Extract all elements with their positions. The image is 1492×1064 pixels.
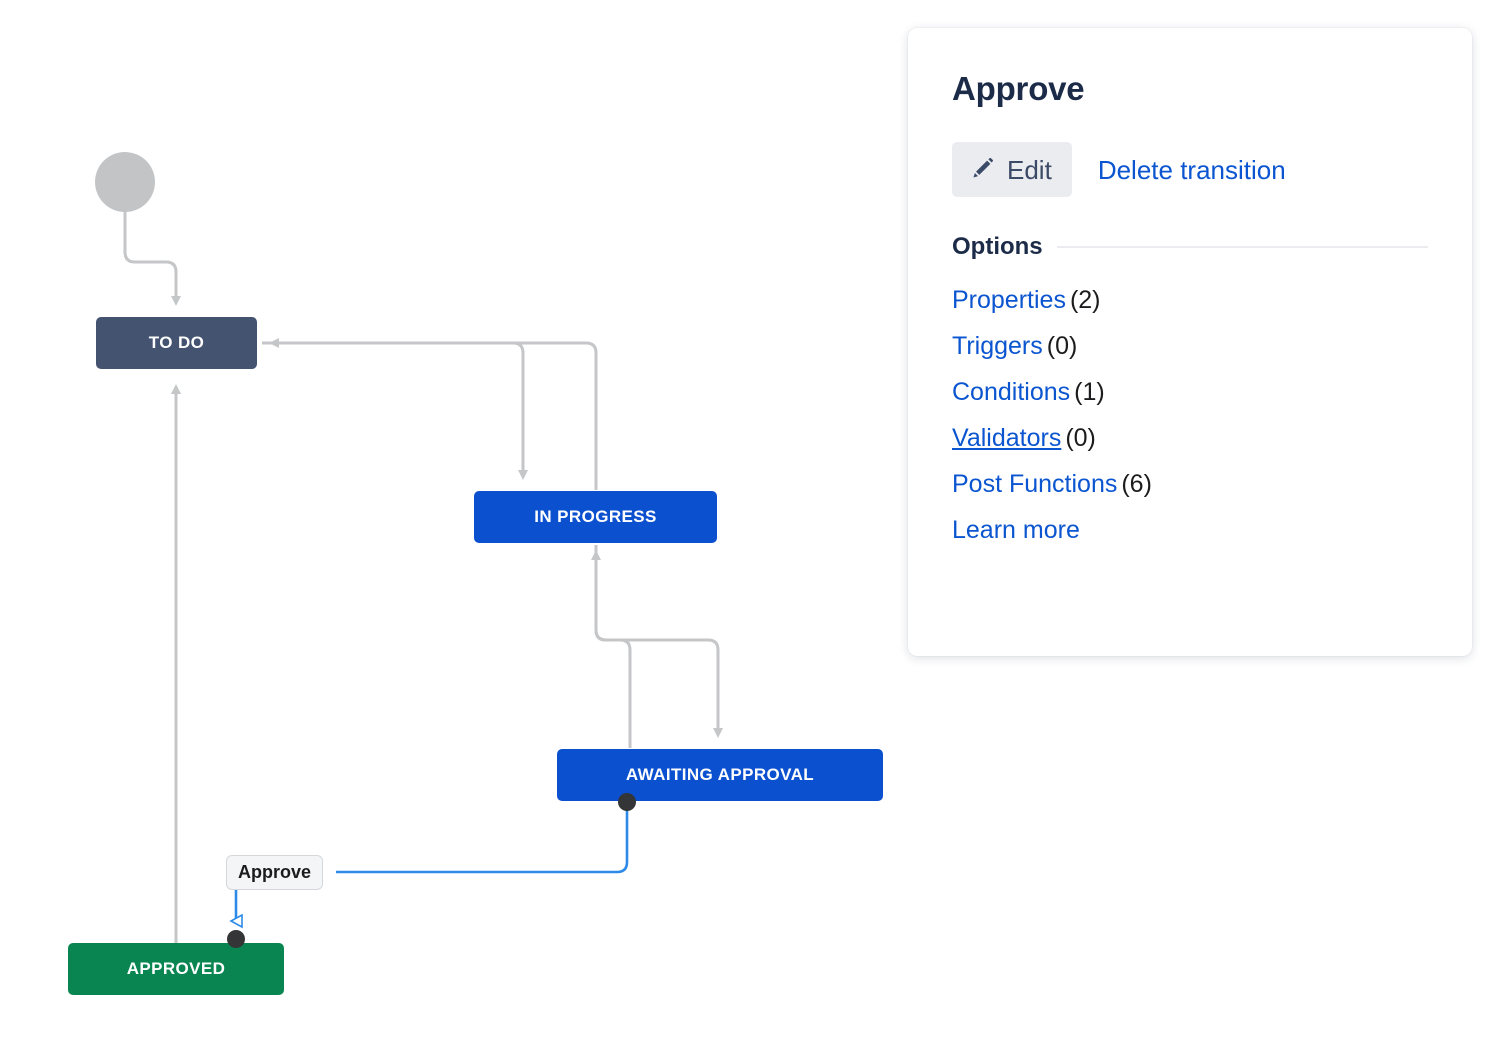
option-count-post-functions: (6)	[1121, 470, 1152, 498]
option-item-conditions: Conditions (1)	[952, 377, 1428, 407]
status-node-to-do[interactable]: TO DO	[96, 317, 257, 369]
status-node-awaiting-approval[interactable]: AWAITING APPROVAL	[557, 749, 883, 801]
option-link-validators[interactable]: Validators	[952, 424, 1061, 452]
edge-approve-selected-right	[336, 806, 629, 874]
option-item-post-functions: Post Functions (6)	[952, 469, 1428, 499]
option-count-conditions: (1)	[1074, 378, 1105, 406]
option-item-learn-more: Learn more	[952, 515, 1428, 545]
edge-awaiting-to-inprogress	[591, 550, 632, 748]
edge-inprogress-to-todo	[269, 338, 598, 490]
transition-source-handle[interactable]	[618, 793, 636, 811]
option-link-properties[interactable]: Properties	[952, 286, 1066, 314]
options-section-header: Options	[952, 233, 1428, 261]
option-item-triggers: Triggers (0)	[952, 331, 1428, 361]
transition-target-handle[interactable]	[227, 930, 245, 948]
status-node-label: AWAITING APPROVAL	[625, 765, 815, 784]
edge-todo-to-inprogress	[262, 341, 528, 480]
option-count-triggers: (0)	[1046, 332, 1078, 360]
options-divider	[1056, 246, 1428, 248]
option-link-conditions[interactable]: Conditions	[952, 378, 1070, 406]
transition-label-text: Approve	[238, 862, 312, 882]
option-link-post-functions[interactable]: Post Functions	[952, 470, 1117, 498]
edit-button-label: Edit	[1007, 154, 1052, 185]
workflow-start-circle[interactable]	[95, 152, 155, 212]
status-node-approved[interactable]: APPROVED	[68, 943, 284, 995]
panel-action-row: Edit Delete transition	[952, 142, 1428, 197]
option-item-properties: Properties (2)	[952, 285, 1428, 315]
delete-transition-link[interactable]: Delete transition	[1098, 156, 1286, 184]
workflow-diagram-canvas[interactable]: TO DO IN PROGRESS AWAITING APPROVAL APPR…	[0, 0, 900, 1064]
option-count-properties: (2)	[1069, 286, 1101, 314]
edge-start-to-todo	[123, 210, 181, 306]
options-title: Options	[952, 233, 1043, 260]
status-node-label: APPROVED	[126, 959, 226, 978]
transition-label-approve[interactable]: Approve	[226, 855, 324, 890]
panel-title: Approve	[952, 70, 1085, 107]
option-count-validators: (0)	[1065, 424, 1096, 452]
option-item-validators: Validators (0)	[952, 423, 1428, 453]
transition-details-panel: Approve Edit Delete transition Options P…	[908, 28, 1472, 656]
options-list: Properties (2) Triggers (0) Conditions (1) …	[952, 285, 1428, 545]
option-link-learn-more[interactable]: Learn more	[952, 516, 1080, 544]
option-link-triggers[interactable]: Triggers	[952, 332, 1043, 360]
status-node-label: TO DO	[148, 333, 205, 352]
pencil-icon	[970, 155, 996, 184]
edge-inprogress-to-awaiting	[594, 545, 723, 738]
status-node-in-progress[interactable]: IN PROGRESS	[474, 491, 717, 543]
edit-button[interactable]: Edit	[952, 142, 1072, 197]
status-node-label: IN PROGRESS	[534, 507, 657, 526]
